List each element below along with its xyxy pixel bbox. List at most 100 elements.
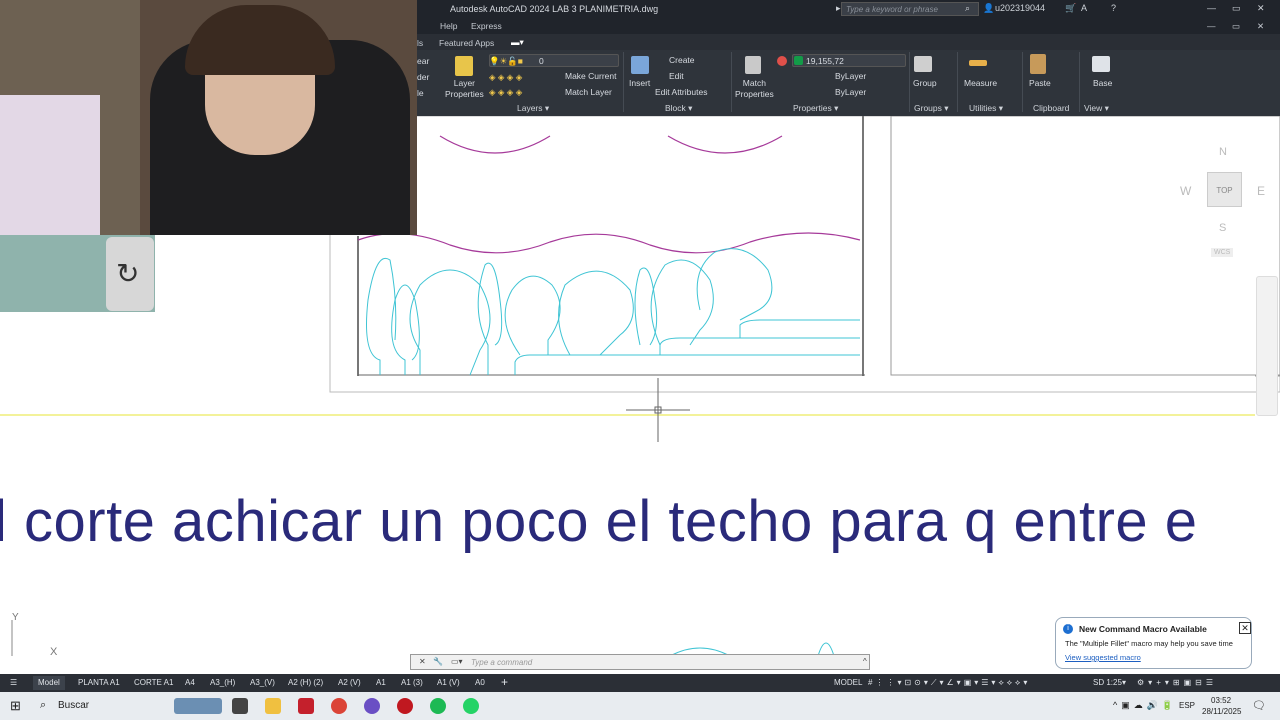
layer-properties-button[interactable]: Layer Properties [445,78,484,100]
model-space-toggle[interactable]: MODEL [834,678,862,687]
search-icon[interactable]: ⌕ [965,3,970,14]
chevron-up-icon[interactable]: ^ [863,657,867,666]
close-icon[interactable]: ✕ [1239,622,1251,634]
taskbar-search[interactable]: Buscar [58,700,89,711]
block-panel-label[interactable]: Block ▾ [665,103,692,114]
viewcube-top[interactable]: TOP [1207,172,1242,207]
viewcube[interactable]: N W E TOP S WCS [1180,140,1270,265]
clock-time[interactable]: 03:52 [1211,696,1231,705]
clock-date[interactable]: 28/11/2025 [1202,707,1241,716]
close-icon[interactable]: ✕ [1257,3,1265,14]
tab-a2-h-2[interactable]: A2 (H) (2) [288,678,323,687]
edit-attributes-button[interactable]: Edit Attributes [655,87,707,97]
drafting-tools-icon[interactable]: #⋮⋮▾⊡⊙▾⟋▾∠▾▣▾☰▾⟡⟡⟡▾ [868,678,1030,688]
ribbon-cut-3[interactable]: le [417,88,424,98]
make-current-button[interactable]: Make Current [565,71,617,81]
lineweight-dropdown[interactable]: ByLayer [835,87,866,97]
measure-button[interactable]: Measure [964,78,997,88]
user-icon[interactable]: 👤 [983,3,994,14]
tab-a3-v[interactable]: A3_(V) [250,678,275,687]
annotation-scale[interactable]: SD 1:25▾ [1093,678,1126,687]
file-explorer-icon[interactable] [265,698,281,714]
tab-a1[interactable]: A1 [376,678,386,687]
autocad-icon[interactable] [298,698,314,714]
tray-icons[interactable]: ^▣☁🔊🔋 [1113,700,1177,711]
paste-icon[interactable] [1030,54,1046,74]
tab-a0[interactable]: A0 [475,678,485,687]
insert-button[interactable]: Insert [629,78,650,88]
layers-panel-label[interactable]: Layers ▾ [517,103,549,114]
macro-notification[interactable]: i New Command Macro Available ✕ The "Mul… [1055,617,1252,669]
ribbon-cut-2[interactable]: der [417,72,429,82]
cart-icon[interactable]: 🛒 [1065,3,1076,14]
base-icon[interactable] [1092,56,1110,72]
match-properties-icon[interactable] [745,56,761,74]
doc-restore-icon[interactable]: ▭ [1232,21,1240,32]
layer-tools-icon[interactable]: ◈ ◈ ◈ ◈ [489,72,522,83]
workspace-icons[interactable]: ⚙▾+▾⊞▣⊟☰ [1137,678,1217,687]
doc-close-icon[interactable]: ✕ [1257,21,1264,32]
close-icon[interactable]: ✕ [419,657,426,666]
doc-minimize-icon[interactable]: — [1207,21,1216,31]
refresh-icon[interactable]: ↻ [106,237,154,311]
insert-icon[interactable] [631,56,649,74]
utilities-panel-label[interactable]: Utilities ▾ [969,103,1003,114]
wcs-menu[interactable]: WCS [1211,248,1234,257]
tab-a1-v[interactable]: A1 (V) [437,678,460,687]
help-icon[interactable]: ? [1111,3,1116,13]
app-icon[interactable] [364,698,380,714]
base-button[interactable]: Base [1093,78,1112,88]
clipboard-panel-label[interactable]: Clipboard [1033,103,1069,113]
menu-icon[interactable]: ☰ [10,678,17,687]
search-icon[interactable]: ⌕ [40,699,46,712]
edit-button[interactable]: Edit [669,71,684,81]
whatsapp-icon[interactable] [463,698,479,714]
tab-a4[interactable]: A4 [185,678,195,687]
arrow-right-icon[interactable]: ▸ [836,3,841,14]
tab-a2-v[interactable]: A2 (V) [338,678,361,687]
language-indicator[interactable]: ESP [1179,701,1195,710]
tab-a1-3[interactable]: A1 (3) [401,678,423,687]
minimize-icon[interactable]: — [1207,3,1216,13]
notification-icon[interactable]: 🗨 [1252,699,1266,712]
group-icon[interactable] [914,56,932,72]
group-button[interactable]: Group [913,78,937,88]
tab-planta-a1[interactable]: PLANTA A1 [78,678,120,687]
chrome-icon[interactable] [331,698,347,714]
viewcube-north[interactable]: N [1219,146,1227,158]
tab-corte-a1[interactable]: CORTE A1 [134,678,173,687]
menu-help[interactable]: Help [440,21,457,31]
tab-featured-apps[interactable]: Featured Apps [439,38,494,48]
linetype-dropdown[interactable]: ByLayer [835,71,866,81]
match-layer-button[interactable]: Match Layer [565,87,612,97]
menu-express[interactable]: Express [471,21,502,31]
layer-tools2-icon[interactable]: ◈ ◈ ◈ ◈ [489,87,522,98]
match-properties-button[interactable]: Match Properties [735,78,774,100]
properties-panel-label[interactable]: Properties ▾ [793,103,838,114]
maximize-icon[interactable]: ▭ [1232,3,1241,14]
search-input[interactable]: Type a keyword or phrase [841,2,979,16]
recorder-icon[interactable] [397,698,413,714]
layer-properties-icon[interactable] [455,56,473,76]
ribbon-cut-1[interactable]: ear [417,56,429,66]
viewcube-east[interactable]: E [1257,184,1265,198]
viewcube-west[interactable]: W [1180,184,1191,198]
view-panel-label[interactable]: View ▾ [1084,103,1109,114]
groups-panel-label[interactable]: Groups ▾ [914,103,949,114]
navigation-bar[interactable] [1256,276,1278,416]
tab-a3-h[interactable]: A3_(H) [210,678,235,687]
wrench-icon[interactable]: 🔧 [433,657,443,666]
widget-icon[interactable] [174,698,222,714]
tab-cut[interactable]: ls [417,38,423,48]
view-macro-link[interactable]: View suggested macro [1065,653,1141,662]
user-name[interactable]: u202319044 [995,3,1045,13]
add-layout-icon[interactable]: + [501,675,508,689]
paste-button[interactable]: Paste [1029,78,1051,88]
create-button[interactable]: Create [669,55,695,65]
ribbon-toggle-icon[interactable]: ▬▾ [511,37,524,48]
command-line[interactable]: ✕ 🔧 ▭▾ Type a command ^ [410,654,870,670]
measure-icon[interactable] [969,60,987,66]
viewcube-south[interactable]: S [1219,222,1226,234]
task-view-icon[interactable] [232,698,248,714]
tab-model[interactable]: Model [33,676,65,690]
